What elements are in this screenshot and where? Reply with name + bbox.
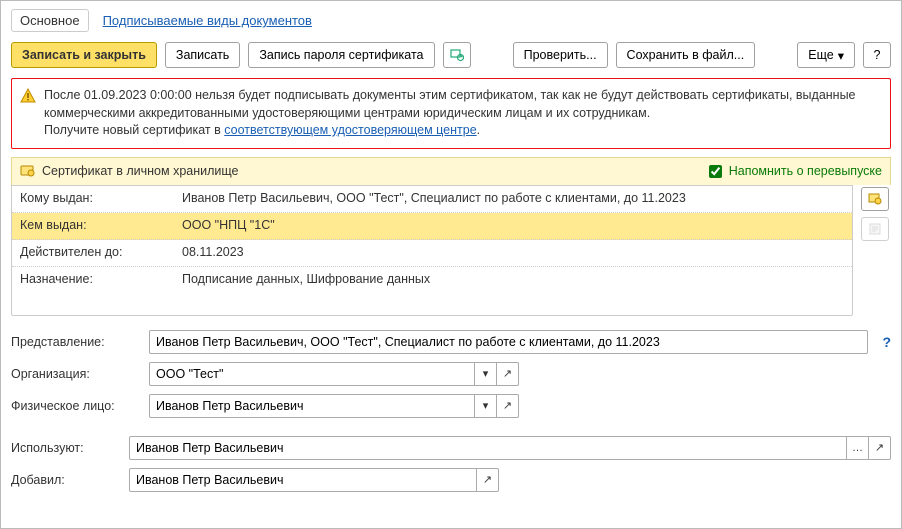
warning-line2-post: . [477, 123, 480, 137]
chevron-down-icon: ▾ [483, 367, 489, 380]
warning-icon [20, 88, 36, 140]
open-icon: ↗ [483, 473, 492, 486]
organization-input[interactable] [149, 362, 475, 386]
warning-line1b: коммерческими аккредитованными удостовер… [44, 106, 650, 120]
warning-line1a: После 01.09.2023 0:00:00 нельзя будет по… [44, 88, 856, 102]
save-button[interactable]: Записать [165, 42, 240, 68]
used-by-label: Используют: [11, 441, 121, 455]
tab-signed-types[interactable]: Подписываемые виды документов [103, 13, 312, 28]
row-representation: Представление: ? [11, 330, 891, 354]
issued-by-value: ООО "НПЦ "1С" [174, 213, 852, 239]
cert-store-icon [20, 163, 36, 179]
remind-checkbox[interactable] [709, 165, 722, 178]
open-icon: ↗ [503, 367, 512, 380]
person-open[interactable]: ↗ [497, 394, 519, 418]
used-by-open[interactable]: ↗ [869, 436, 891, 460]
cert-header: Сертификат в личном хранилище Напомнить … [11, 157, 891, 185]
ellipsis-icon: … [852, 442, 863, 454]
issued-by-label: Кем выдан: [12, 213, 174, 239]
representation-help[interactable]: ? [882, 334, 891, 350]
chevron-down-icon: ▾ [838, 48, 844, 63]
cert-row-purpose[interactable]: Назначение: Подписание данных, Шифровани… [12, 267, 852, 315]
save-close-button[interactable]: Записать и закрыть [11, 42, 157, 68]
row-person: Физическое лицо: ▾ ↗ [11, 394, 891, 418]
organization-label: Организация: [11, 367, 141, 381]
representation-label: Представление: [11, 335, 141, 349]
row-added-by: Добавил: ↗ [11, 468, 891, 492]
save-password-button[interactable]: Запись пароля сертификата [248, 42, 434, 68]
cert-row-issued-to[interactable]: Кому выдан: Иванов Петр Васильевич, ООО … [12, 186, 852, 213]
remind-reissue[interactable]: Напомнить о перевыпуске [705, 162, 882, 181]
cert-details-button[interactable] [861, 187, 889, 211]
warning-link[interactable]: соответствующем удостоверяющем центре [224, 123, 476, 137]
chevron-down-icon: ▾ [483, 399, 489, 412]
used-by-input[interactable] [129, 436, 847, 460]
warning-box: После 01.09.2023 0:00:00 нельзя будет по… [11, 78, 891, 149]
certificate-icon [868, 192, 882, 206]
check-button[interactable]: Проверить... [513, 42, 608, 68]
issued-to-label: Кому выдан: [12, 186, 174, 212]
person-input[interactable] [149, 394, 475, 418]
note-icon [868, 222, 882, 236]
save-to-file-button[interactable]: Сохранить в файл... [616, 42, 756, 68]
added-by-label: Добавил: [11, 473, 121, 487]
open-icon: ↗ [875, 441, 884, 454]
cert-side-buttons [859, 185, 891, 316]
row-organization: Организация: ▾ ↗ [11, 362, 891, 386]
warning-line2-pre: Получите новый сертификат в [44, 123, 224, 137]
open-icon: ↗ [503, 399, 512, 412]
cert-row-issued-by[interactable]: Кем выдан: ООО "НПЦ "1С" [12, 213, 852, 240]
person-label: Физическое лицо: [11, 399, 141, 413]
help-button[interactable]: ? [863, 42, 891, 68]
valid-to-value: 08.11.2023 [174, 240, 852, 266]
more-button[interactable]: Еще ▾ [797, 42, 855, 68]
toolbar: Записать и закрыть Записать Запись парол… [11, 42, 891, 68]
more-label: Еще [808, 48, 833, 62]
cert-table: Кому выдан: Иванов Петр Васильевич, ООО … [11, 185, 853, 316]
issued-to-value: Иванов Петр Васильевич, ООО "Тест", Спец… [174, 186, 852, 212]
valid-to-label: Действителен до: [12, 240, 174, 266]
cert-row-valid-to[interactable]: Действителен до: 08.11.2023 [12, 240, 852, 267]
organization-dropdown[interactable]: ▾ [475, 362, 497, 386]
added-by-input[interactable] [129, 468, 477, 492]
cert-note-button [861, 217, 889, 241]
warning-text: После 01.09.2023 0:00:00 нельзя будет по… [44, 87, 880, 140]
added-by-open[interactable]: ↗ [477, 468, 499, 492]
purpose-value: Подписание данных, Шифрование данных [174, 267, 852, 315]
representation-input[interactable] [149, 330, 868, 354]
organization-open[interactable]: ↗ [497, 362, 519, 386]
tab-main[interactable]: Основное [11, 9, 89, 32]
person-dropdown[interactable]: ▾ [475, 394, 497, 418]
card-refresh-icon [450, 48, 464, 62]
tabs: Основное Подписываемые виды документов [11, 9, 891, 32]
used-by-select[interactable]: … [847, 436, 869, 460]
refresh-cert-button[interactable] [443, 42, 471, 68]
purpose-label: Назначение: [12, 267, 174, 315]
row-used-by: Используют: … ↗ [11, 436, 891, 460]
cert-header-title: Сертификат в личном хранилище [42, 164, 238, 178]
remind-label: Напомнить о перевыпуске [729, 164, 882, 178]
